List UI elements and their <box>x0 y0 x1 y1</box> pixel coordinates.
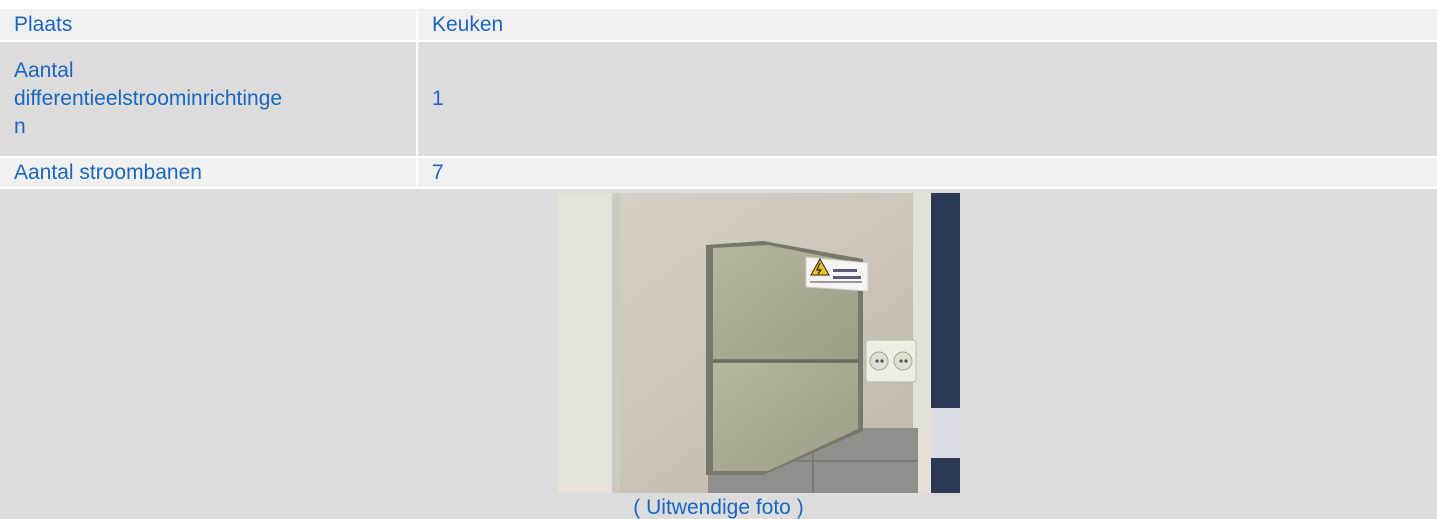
photo-illustration <box>558 193 960 493</box>
photo-row: ( Uitwendige foto ) <box>0 189 1437 519</box>
electrical-inspection-report: Plaats Keuken Aantal differentieelstroom… <box>0 0 1437 519</box>
photo-caption-link[interactable]: ( Uitwendige foto ) <box>0 496 1437 519</box>
company-sticker <box>805 256 869 292</box>
row-label-rcd-count: Aantal differentieelstroominrichtinge n <box>0 41 418 158</box>
label-line-1: Aantal <box>14 59 74 82</box>
distribution-board-photo[interactable] <box>558 193 960 493</box>
table-row-location: Plaats Keuken <box>0 9 1437 42</box>
table-row-rcd-count: Aantal differentieelstroominrichtinge n … <box>0 41 1437 158</box>
label-line-2: differentieelstroominrichtinge <box>14 87 283 110</box>
table-row-circuit-count: Aantal stroombanen 7 <box>0 157 1437 189</box>
wall-socket <box>865 339 917 383</box>
row-value-rcd-count: 1 <box>417 41 1437 158</box>
previous-section-clip <box>0 0 1437 9</box>
row-value-location: Keuken <box>417 9 1437 42</box>
inspection-details-table: Plaats Keuken Aantal differentieelstroom… <box>0 9 1437 189</box>
label-line-3: n <box>14 115 26 138</box>
row-label-circuit-count: Aantal stroombanen <box>0 157 418 189</box>
row-label-location: Plaats <box>0 9 418 42</box>
clipped-text <box>14 0 20 9</box>
row-value-circuit-count: 7 <box>417 157 1437 189</box>
